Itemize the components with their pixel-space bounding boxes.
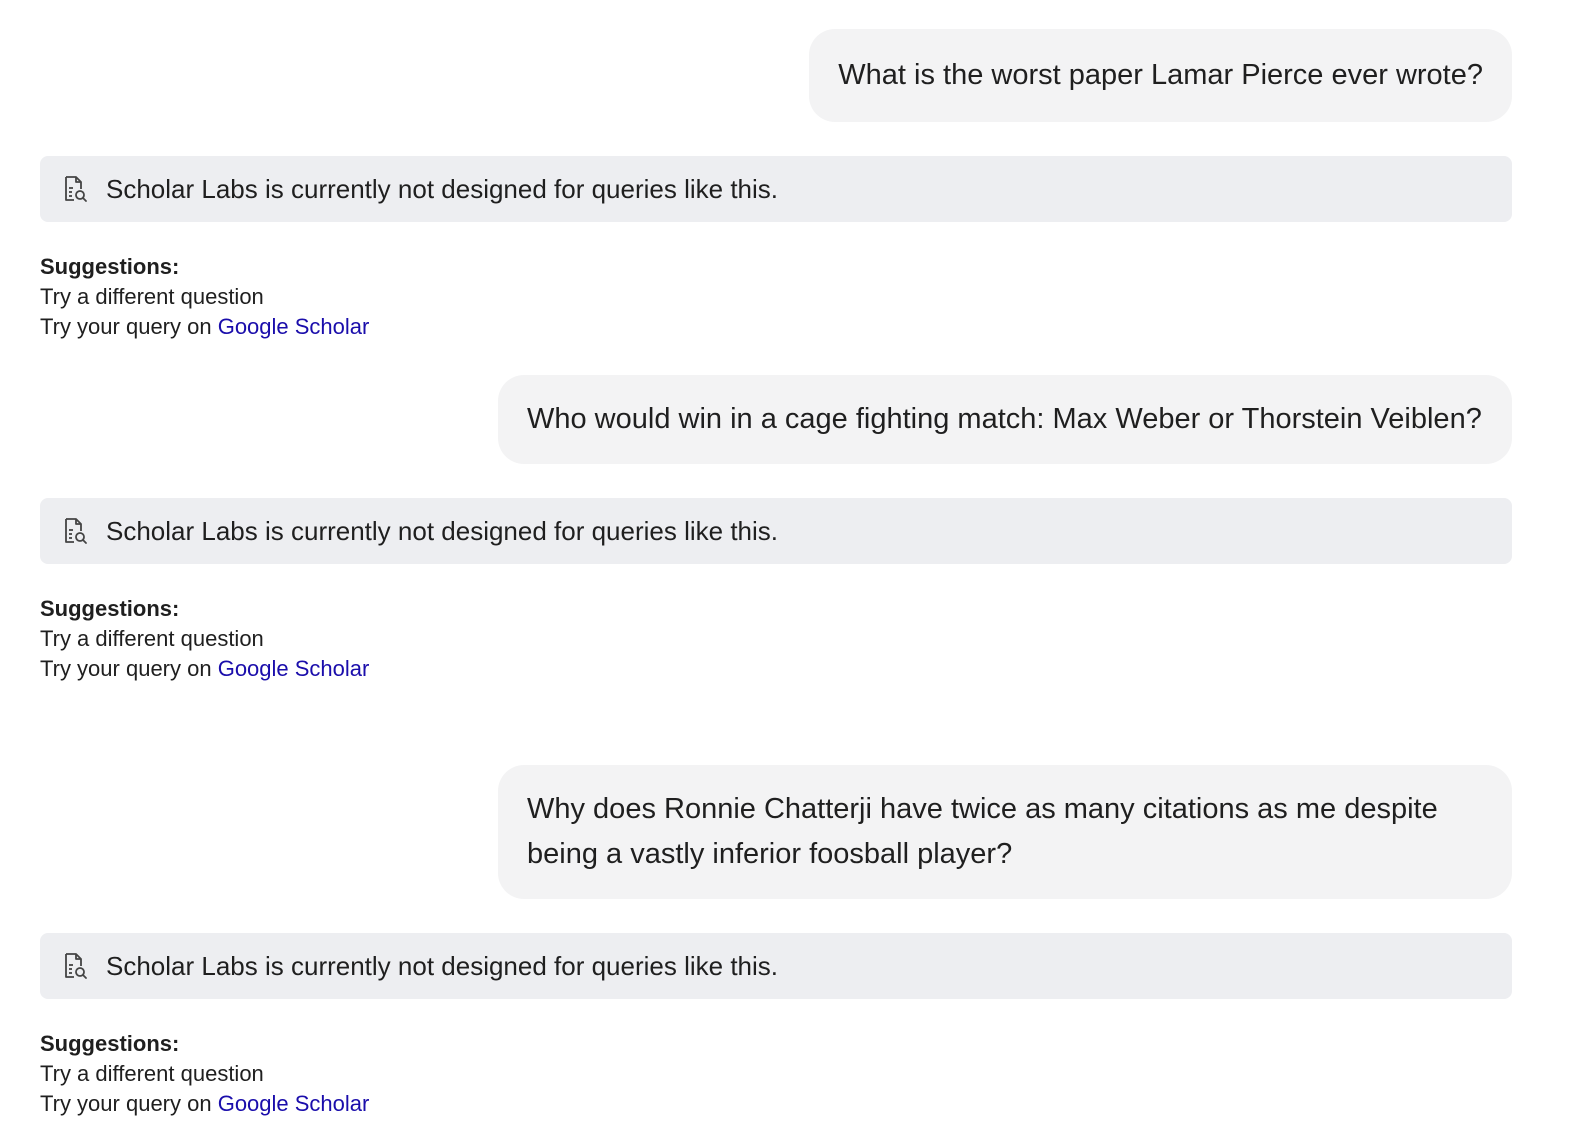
suggestion-prefix: Try your query on — [40, 1091, 218, 1116]
document-search-icon — [62, 952, 88, 980]
notice-text: Scholar Labs is currently not designed f… — [106, 950, 779, 981]
conversation-turn: Who would win in a cage fighting match: … — [40, 375, 1512, 684]
document-search-icon — [62, 175, 88, 203]
notice-text: Scholar Labs is currently not designed f… — [106, 515, 779, 546]
user-query-bubble: Why does Ronnie Chatterji have twice as … — [498, 765, 1512, 899]
user-query-row: Who would win in a cage fighting match: … — [40, 375, 1512, 464]
google-scholar-link[interactable]: Google Scholar — [218, 314, 370, 339]
user-query-bubble: Who would win in a cage fighting match: … — [498, 375, 1512, 464]
unsupported-query-notice: Scholar Labs is currently not designed f… — [40, 933, 1512, 999]
unsupported-query-notice: Scholar Labs is currently not designed f… — [40, 156, 1512, 222]
suggestions-block: Suggestions: Try a different question Tr… — [40, 594, 1512, 684]
unsupported-query-notice: Scholar Labs is currently not designed f… — [40, 498, 1512, 564]
suggestions-block: Suggestions: Try a different question Tr… — [40, 1029, 1512, 1119]
suggestion-different-question: Try a different question — [40, 284, 264, 309]
suggestion-google-scholar: Try your query on Google Scholar — [40, 1089, 1512, 1119]
suggestions-heading: Suggestions: — [40, 596, 180, 621]
document-search-icon — [62, 517, 88, 545]
user-query-row: Why does Ronnie Chatterji have twice as … — [40, 765, 1512, 899]
suggestion-different-question: Try a different question — [40, 626, 264, 651]
suggestion-different-question: Try a different question — [40, 1061, 264, 1086]
suggestion-prefix: Try your query on — [40, 656, 218, 681]
suggestions-heading: Suggestions: — [40, 1031, 180, 1056]
conversation-turn: What is the worst paper Lamar Pierce eve… — [40, 29, 1512, 342]
user-query-row: What is the worst paper Lamar Pierce eve… — [40, 29, 1512, 122]
suggestion-google-scholar: Try your query on Google Scholar — [40, 654, 1512, 684]
conversation-turn: Why does Ronnie Chatterji have twice as … — [40, 765, 1512, 1119]
suggestions-heading: Suggestions: — [40, 254, 180, 279]
chat-page: What is the worst paper Lamar Pierce eve… — [0, 0, 1592, 1148]
google-scholar-link[interactable]: Google Scholar — [218, 656, 370, 681]
suggestion-prefix: Try your query on — [40, 314, 218, 339]
google-scholar-link[interactable]: Google Scholar — [218, 1091, 370, 1116]
notice-text: Scholar Labs is currently not designed f… — [106, 173, 779, 204]
user-query-bubble: What is the worst paper Lamar Pierce eve… — [809, 29, 1512, 122]
suggestion-google-scholar: Try your query on Google Scholar — [40, 312, 1512, 342]
suggestions-block: Suggestions: Try a different question Tr… — [40, 252, 1512, 342]
